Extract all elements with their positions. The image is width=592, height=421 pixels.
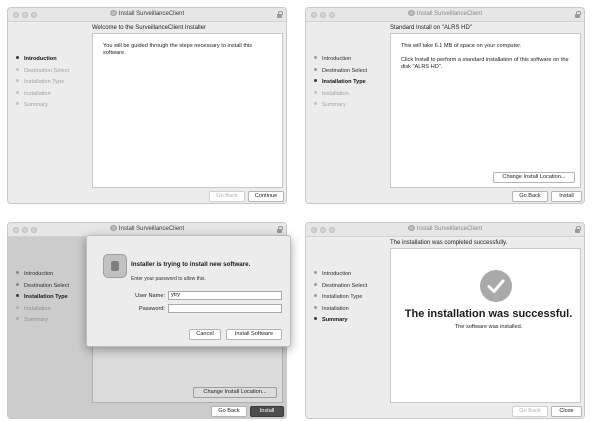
step-bullet (16, 67, 19, 71)
step-bullet (314, 56, 317, 59)
step-installation-type: Installation Type (314, 292, 367, 304)
space-required-text: This will take 6.1 MB of space on your c… (401, 43, 522, 49)
package-icon (109, 10, 117, 16)
username-label: User Name: (135, 293, 165, 299)
dialog-title: Installer is trying to install new softw… (131, 261, 251, 268)
username-field[interactable]: ytry (168, 291, 282, 300)
title-bar[interactable]: Install SurveillanceClient (306, 8, 584, 22)
step-bullet (314, 317, 317, 320)
step-introduction: Introduction (314, 269, 367, 281)
step-list: Introduction Destination Select Installa… (314, 269, 367, 327)
step-list: Introduction Destination Select Installa… (314, 54, 367, 112)
go-back-button[interactable]: Go Back (209, 191, 245, 202)
cancel-button[interactable]: Cancel (189, 329, 221, 340)
content-panel: This will take 6.1 MB of space on your c… (390, 33, 581, 188)
authentication-dialog: Installer is trying to install new softw… (86, 235, 291, 347)
installer-lock-icon (103, 254, 127, 278)
step-summary: Summary (314, 315, 367, 327)
go-back-button[interactable]: Go Back (211, 406, 247, 417)
step-bullet (314, 67, 317, 71)
page-heading: Welcome to the SurveillanceClient Instal… (92, 25, 206, 31)
lock-icon[interactable] (575, 11, 581, 18)
window-title: Install SurveillanceClient (8, 10, 286, 19)
installer-window-introduction: Install SurveillanceClient Introduction … (7, 7, 287, 204)
step-bullet (314, 271, 317, 274)
installer-window-summary: Install SurveillanceClient Introduction … (305, 222, 585, 419)
step-bullet (314, 294, 317, 297)
step-installation: Installation (16, 89, 69, 101)
step-bullet (314, 90, 317, 94)
step-destination-select: Destination Select (16, 66, 69, 78)
step-bullet (16, 56, 19, 59)
step-bullet (314, 79, 317, 82)
continue-button[interactable]: Continue (248, 191, 284, 202)
change-install-location-button[interactable]: Change Install Location... (493, 172, 575, 183)
step-bullet (16, 79, 19, 82)
step-bullet (314, 102, 317, 105)
step-bullet (16, 90, 19, 94)
dialog-subtitle: Enter your password to allow this. (131, 276, 206, 282)
password-field[interactable] (168, 304, 282, 313)
step-summary: Summary (16, 100, 69, 112)
intro-text: You will be guided through the steps nec… (103, 43, 253, 56)
step-destination-select: Destination Select (314, 281, 367, 293)
lock-icon[interactable] (575, 226, 581, 233)
window-title: Install SurveillanceClient (306, 10, 584, 19)
step-bullet (314, 282, 317, 286)
step-summary: Summary (314, 100, 367, 112)
step-bullet (16, 102, 19, 105)
install-button[interactable]: Install (250, 406, 284, 417)
close-button[interactable]: Close (551, 406, 582, 417)
success-checkmark-icon (480, 270, 512, 302)
title-bar[interactable]: Install SurveillanceClient (306, 223, 584, 237)
step-list: Introduction Destination Select Installa… (16, 54, 69, 112)
step-installation-type: Installation Type (16, 77, 69, 89)
page-heading: Standard Install on "ALRS HD" (390, 25, 472, 31)
package-icon (407, 225, 415, 231)
install-software-button[interactable]: Install Software (226, 329, 282, 340)
success-subtitle: The software was installed. (454, 324, 523, 330)
title-bar[interactable]: Install SurveillanceClient (8, 8, 286, 22)
install-instructions-text: Click Install to perform a standard inst… (401, 57, 569, 70)
step-introduction: Introduction (314, 54, 367, 66)
step-destination-select: Destination Select (314, 66, 367, 78)
window-title: Install SurveillanceClient (8, 225, 286, 234)
package-icon (109, 225, 117, 231)
step-bullet (314, 305, 317, 309)
step-installation: Installation (314, 89, 367, 101)
step-installation: Installation (314, 304, 367, 316)
package-icon (407, 10, 415, 16)
step-introduction: Introduction (16, 54, 69, 66)
install-button[interactable]: Install (551, 191, 582, 202)
lock-icon[interactable] (277, 11, 283, 18)
go-back-button[interactable]: Go Back (512, 191, 548, 202)
content-panel: You will be guided through the steps nec… (92, 33, 283, 188)
success-title: The installation was successful. (404, 308, 573, 320)
go-back-button[interactable]: Go Back (512, 406, 548, 417)
step-installation-type: Installation Type (314, 77, 367, 89)
lock-icon[interactable] (277, 226, 283, 233)
password-label: Password: (138, 306, 165, 312)
installer-window-installation-type: Install SurveillanceClient Introduction … (305, 7, 585, 204)
page-heading: The installation was completed successfu… (390, 240, 508, 246)
window-title: Install SurveillanceClient (306, 225, 584, 234)
